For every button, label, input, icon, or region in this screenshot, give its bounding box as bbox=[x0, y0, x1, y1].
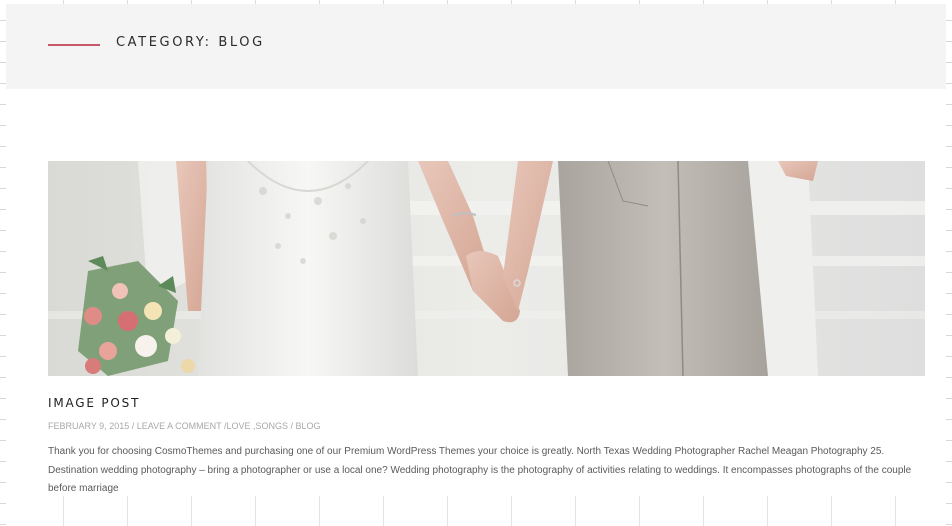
guide-lines-right bbox=[946, 0, 952, 526]
post-meta: FEBRUARY 9, 2015 / LEAVE A COMMENT / LOVE… bbox=[48, 421, 321, 431]
page-title: CATEGORY: BLOG bbox=[116, 35, 265, 50]
guide-lines-bottom bbox=[0, 496, 952, 526]
post-title[interactable]: IMAGE POST bbox=[48, 396, 140, 410]
category-blog-link[interactable]: BLOG bbox=[296, 421, 321, 431]
tag-love-link[interactable]: LOVE bbox=[226, 421, 250, 431]
post-excerpt: Thank you for choosing CosmoThemes and p… bbox=[48, 446, 912, 494]
meta-separator: / bbox=[129, 421, 137, 431]
leave-comment-link[interactable]: LEAVE A COMMENT bbox=[137, 421, 222, 431]
wedding-hands-photo bbox=[48, 161, 925, 376]
post-featured-image[interactable] bbox=[48, 161, 925, 376]
post-title-text[interactable]: IMAGE POST bbox=[48, 396, 140, 410]
meta-separator: / bbox=[288, 421, 296, 431]
category-header: CATEGORY: BLOG bbox=[6, 4, 946, 89]
tag-songs-link[interactable]: SONGS bbox=[255, 421, 288, 431]
header-accent-line bbox=[48, 44, 100, 46]
post-date: FEBRUARY 9, 2015 bbox=[48, 421, 130, 431]
